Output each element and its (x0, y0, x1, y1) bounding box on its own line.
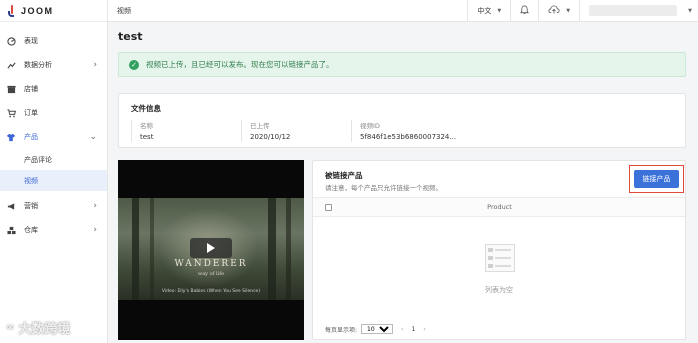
tree-trunk (286, 198, 291, 300)
sidebar-item-store[interactable]: 店铺 (0, 77, 107, 101)
tree-trunk (150, 198, 154, 300)
sidebar-item-label: 店铺 (24, 85, 38, 93)
field-value[interactable]: 5f846f1e53b6860007324... (360, 133, 456, 141)
link-button-highlight: 链接产品 (629, 165, 684, 193)
upload-menu[interactable]: ▼ (538, 0, 579, 22)
caret-down-icon: ▼ (497, 7, 502, 14)
watermark-logo-icon: ∞ (6, 322, 15, 333)
pagination: 每页显示项: 10 ‹ 1 › (325, 324, 430, 334)
sidebar-item-performance[interactable]: 表现 (0, 29, 107, 53)
top-bar: 视频 中文 ▼ ▼ ▼ (108, 0, 698, 22)
tree-trunk (268, 198, 276, 300)
play-icon (207, 243, 215, 253)
current-page[interactable]: 1 (411, 326, 415, 333)
sidebar-item-label: 营销 (24, 202, 38, 210)
chevron-down-icon: ⌄ (89, 132, 97, 142)
sidebar-item-label: 订单 (24, 109, 38, 117)
sidebar-item-label: 表现 (24, 37, 38, 45)
file-info-title: 文件信息 (131, 104, 161, 113)
dashboard-icon (6, 36, 16, 46)
file-info-card: 文件信息 名称 test 已上传 2020/10/12 视频ID 5f846f1… (118, 93, 686, 148)
link-product-button[interactable]: 链接产品 (634, 170, 679, 188)
watermark-text: 大数跨境 (18, 322, 71, 337)
sidebar-item-label: 仓库 (24, 226, 38, 234)
file-name-field: 名称 test (131, 120, 153, 142)
video-player[interactable]: WANDERER way of life Video: Elly's Babie… (118, 160, 304, 340)
column-header-product: Product (487, 203, 512, 211)
check-circle-icon: ✓ (129, 59, 139, 70)
shirt-icon (6, 132, 16, 142)
empty-list-icon (485, 244, 515, 272)
linked-products-note: 请注意，每个产品只允许链接一个视频。 (325, 184, 442, 192)
field-value: 2020/10/12 (250, 133, 291, 141)
sidebar-item-label: 产品 (24, 133, 38, 141)
sidebar-item-label: 数据分析 (24, 61, 52, 69)
products-table-header: Product (313, 197, 685, 217)
account-name-redacted (589, 5, 678, 16)
cart-icon (6, 108, 16, 118)
chevron-right-icon: › (93, 201, 97, 211)
breadcrumb: 视频 (117, 6, 131, 15)
success-alert: ✓ 视频已上传，且已经可以发布。现在您可以链接产品了。 (118, 52, 686, 77)
account-menu[interactable]: ▼ (579, 0, 698, 22)
field-label: 名称 (140, 122, 153, 130)
play-button[interactable] (190, 238, 232, 258)
sidebar: JOOM 表现 数据分析 › 店铺 订单 产品 ⌄ 产品评论 视频 营销 › 仓… (0, 0, 108, 343)
sidebar-item-warehouse[interactable]: 仓库 › (0, 218, 107, 242)
field-label: 视频ID (360, 122, 380, 130)
cloud-upload-icon (548, 5, 560, 16)
brand-logo[interactable]: JOOM (0, 0, 107, 22)
sidebar-item-products[interactable]: 产品 ⌄ (0, 125, 107, 149)
linked-products-title: 被链接产品 (325, 171, 363, 180)
megaphone-icon (6, 201, 16, 211)
caret-down-icon: ▼ (566, 7, 571, 14)
watermark: ∞ 大数跨境 (6, 318, 70, 337)
joom-logo-icon (8, 5, 15, 17)
store-icon (6, 84, 16, 94)
sidebar-subitem-product-reviews[interactable]: 产品评论 (0, 149, 107, 170)
chevron-right-icon: › (93, 60, 97, 70)
video-thumbnail: WANDERER way of life Video: Elly's Babie… (118, 198, 304, 300)
linked-products-card: 被链接产品 请注意，每个产品只允许链接一个视频。 链接产品 Product 列表… (312, 160, 686, 340)
next-page-icon[interactable]: › (423, 326, 425, 333)
sidebar-nav: 表现 数据分析 › 店铺 订单 产品 ⌄ 产品评论 视频 营销 › 仓库 › (0, 22, 107, 242)
notifications-button[interactable] (510, 0, 538, 22)
language-label: 中文 (477, 6, 492, 15)
select-all-checkbox[interactable] (325, 203, 332, 211)
chevron-right-icon: › (93, 225, 97, 235)
video-subtitle-overlay: way of life (197, 271, 225, 277)
alert-message: 视频已上传，且已经可以发布。现在您可以链接产品了。 (146, 60, 334, 69)
analytics-icon (6, 60, 16, 70)
per-page-label: 每页显示项: (325, 326, 358, 334)
video-id-field: 视频ID 5f846f1e53b6860007324... (351, 120, 456, 142)
sidebar-item-orders[interactable]: 订单 (0, 101, 107, 125)
upload-date-field: 已上传 2020/10/12 (241, 120, 290, 142)
sidebar-subitem-videos[interactable]: 视频 (0, 170, 107, 191)
per-page-select[interactable]: 10 (361, 324, 394, 334)
field-label: 已上传 (250, 122, 270, 130)
warehouse-icon (6, 225, 16, 235)
video-credit: Video: Elly's Babies (When You See Silen… (161, 289, 261, 294)
video-title-overlay: WANDERER (174, 259, 248, 269)
brand-name: JOOM (21, 5, 54, 16)
page-title: test (118, 30, 143, 43)
field-value: test (140, 133, 154, 141)
caret-down-icon: ▼ (688, 7, 692, 14)
empty-list-text: 列表为空 (485, 286, 513, 294)
prev-page-icon[interactable]: ‹ (401, 326, 403, 333)
sidebar-subitem-label: 产品评论 (24, 155, 52, 164)
tree-trunk (132, 198, 139, 300)
language-selector[interactable]: 中文 ▼ (467, 0, 510, 22)
sidebar-subitem-label: 视频 (24, 176, 38, 185)
bell-icon (520, 5, 530, 17)
sidebar-item-analytics[interactable]: 数据分析 › (0, 53, 107, 77)
sidebar-item-marketing[interactable]: 营销 › (0, 194, 107, 218)
